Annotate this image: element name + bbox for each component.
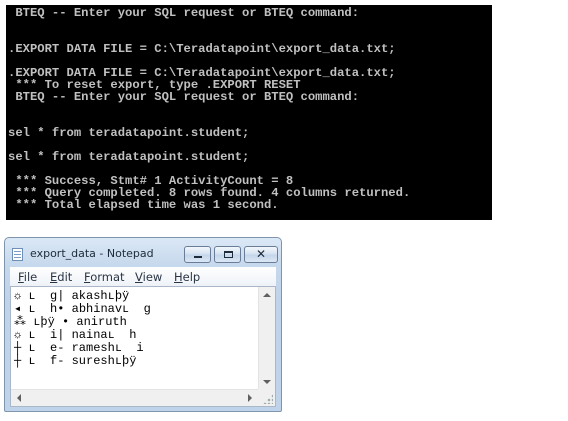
close-icon: ✕ <box>255 247 267 261</box>
horizontal-scrollbar[interactable] <box>11 389 258 406</box>
menu-view[interactable]: View <box>135 270 162 284</box>
console-output: BTEQ -- Enter your SQL request or BTEQ c… <box>8 6 411 212</box>
menu-help[interactable]: Help <box>174 270 200 284</box>
text-edit-area[interactable]: ☼ ʟ g| akashʟþÿ ◂ ʟ h• abhinavʟ g ⁂ ʟþÿ … <box>10 286 276 407</box>
notepad-app-icon <box>12 248 23 261</box>
scroll-down-icon[interactable] <box>263 380 271 384</box>
scroll-right-icon[interactable] <box>248 394 252 402</box>
bteq-console-window[interactable]: BTEQ -- Enter your SQL request or BTEQ c… <box>6 5 492 220</box>
minimize-button[interactable] <box>184 246 211 263</box>
title-bar[interactable]: export_data - Notepad ✕ <box>5 238 281 268</box>
resize-grip[interactable] <box>258 389 275 406</box>
vertical-scrollbar[interactable] <box>258 287 275 390</box>
notepad-window[interactable]: export_data - Notepad ✕ File Edit Format… <box>4 237 282 412</box>
document-text: ☼ ʟ g| akashʟþÿ ◂ ʟ h• abhinavʟ g ⁂ ʟþÿ … <box>14 289 151 368</box>
window-title: export_data - Notepad <box>30 247 154 260</box>
minimize-icon <box>194 256 202 258</box>
menu-edit[interactable]: Edit <box>50 270 72 284</box>
maximize-button[interactable] <box>214 246 241 263</box>
menu-file[interactable]: File <box>18 270 37 284</box>
resize-grip-icon <box>263 394 273 404</box>
menu-bar: File Edit Format View Help <box>10 267 276 286</box>
scroll-left-icon[interactable] <box>17 394 21 402</box>
close-button[interactable]: ✕ <box>244 246 278 263</box>
maximize-icon <box>224 251 233 258</box>
scroll-up-icon[interactable] <box>263 293 271 297</box>
menu-format[interactable]: Format <box>84 270 125 284</box>
